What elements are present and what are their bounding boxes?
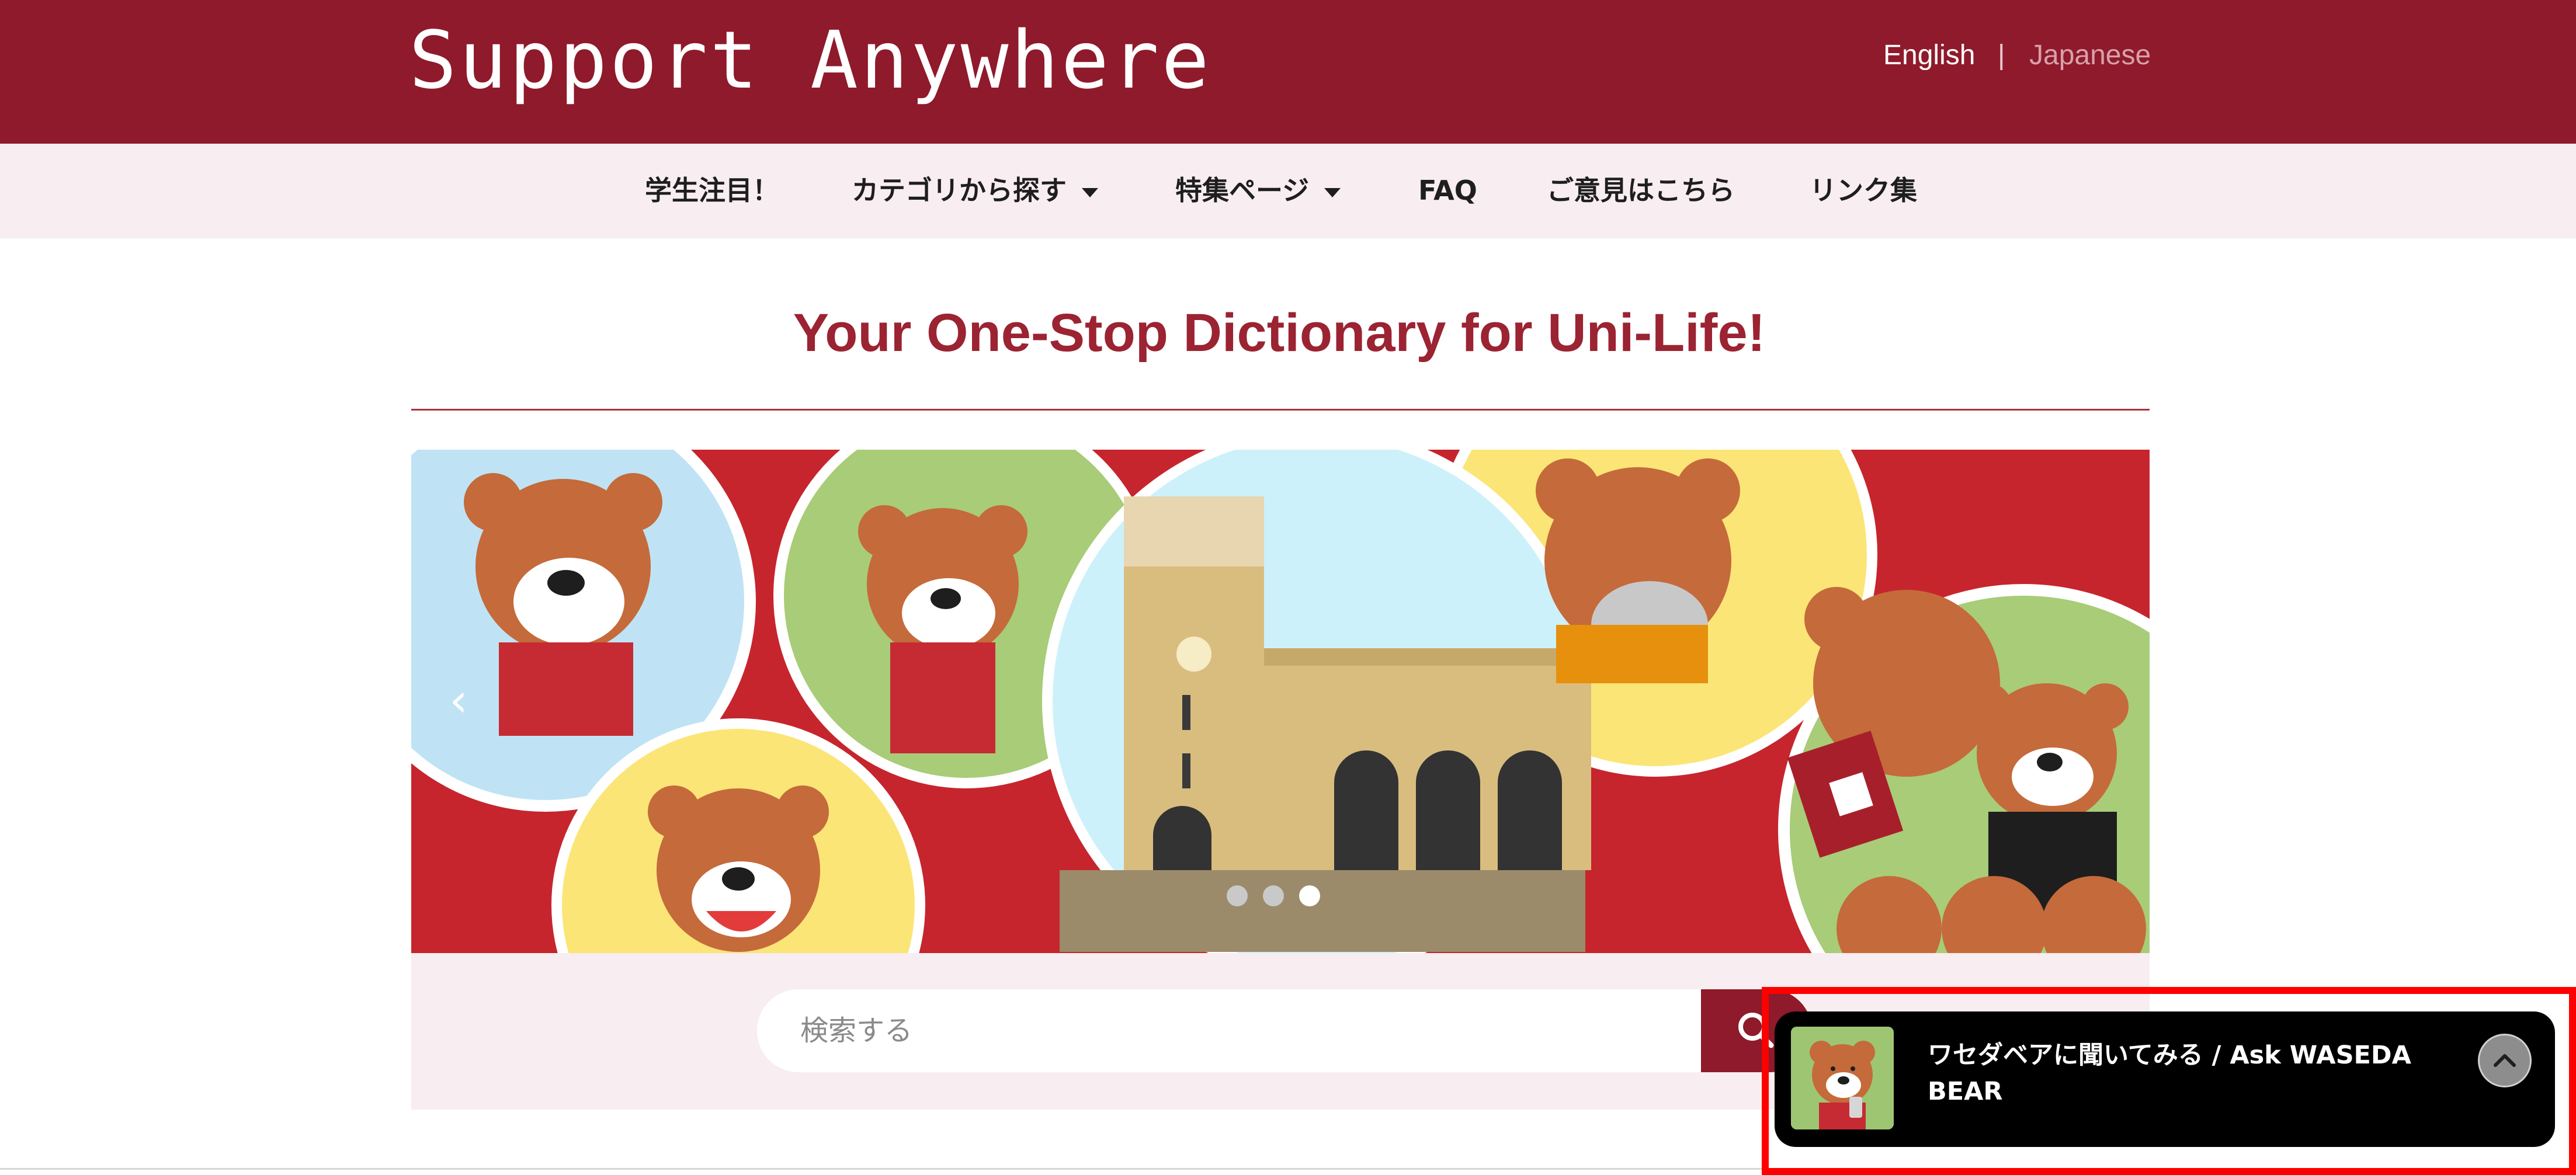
site-logo[interactable]: Support Anywhere bbox=[409, 8, 1211, 113]
carousel-prev-button[interactable]: ‹ bbox=[438, 677, 479, 724]
carousel-banner[interactable] bbox=[411, 450, 2150, 953]
main-nav: 学生注目！ カテゴリから探す 特集ページ FAQ ご意見はこちら リンク集 bbox=[0, 144, 2576, 238]
chevron-up-icon bbox=[2494, 1054, 2516, 1067]
title-divider bbox=[411, 409, 2150, 411]
page-title: Your One-Stop Dictionary for Uni-Life! bbox=[793, 303, 1766, 363]
chevron-left-icon: ‹ bbox=[449, 675, 468, 727]
banner-illustration bbox=[411, 450, 2150, 953]
nav-item-label: ご意見はこちら bbox=[1547, 175, 1735, 206]
carousel-dot-3[interactable] bbox=[1299, 885, 1320, 906]
carousel-indicators bbox=[1227, 885, 1320, 909]
caret-down-icon bbox=[1082, 187, 1098, 197]
language-separator: | bbox=[1998, 40, 2005, 71]
site-header bbox=[0, 0, 2576, 144]
nav-item-features[interactable]: 特集ページ bbox=[1175, 167, 1341, 214]
caret-down-icon bbox=[1324, 187, 1341, 197]
nav-item-label: 特集ページ bbox=[1175, 175, 1310, 206]
nav-item-label: リンク集 bbox=[1810, 175, 1917, 206]
carousel-dot-1[interactable] bbox=[1227, 885, 1248, 906]
nav-item-label: FAQ bbox=[1418, 175, 1477, 206]
bear-avatar-image bbox=[1791, 1027, 1894, 1129]
carousel-dot-2[interactable] bbox=[1263, 885, 1284, 906]
nav-item-label: カテゴリから探す bbox=[852, 175, 1067, 206]
nav-item-feedback[interactable]: ご意見はこちら bbox=[1547, 167, 1735, 214]
waseda-bear-avatar bbox=[1791, 1027, 1894, 1129]
nav-item-student-focus[interactable]: 学生注目！ bbox=[645, 167, 779, 214]
language-english-link[interactable]: English bbox=[1883, 35, 1975, 76]
nav-item-links[interactable]: リンク集 bbox=[1810, 167, 1917, 214]
search-input[interactable] bbox=[757, 989, 1703, 1072]
chat-toggle-button[interactable] bbox=[2478, 1034, 2532, 1087]
chat-title[interactable]: ワセダベアに聞いてみる / Ask WASEDA BEAR bbox=[1928, 1037, 2442, 1119]
nav-item-label: 学生注目！ bbox=[645, 175, 779, 206]
nav-item-faq[interactable]: FAQ bbox=[1418, 167, 1477, 214]
language-japanese-link[interactable]: Japanese bbox=[2029, 35, 2151, 76]
nav-item-categories[interactable]: カテゴリから探す bbox=[852, 167, 1098, 214]
